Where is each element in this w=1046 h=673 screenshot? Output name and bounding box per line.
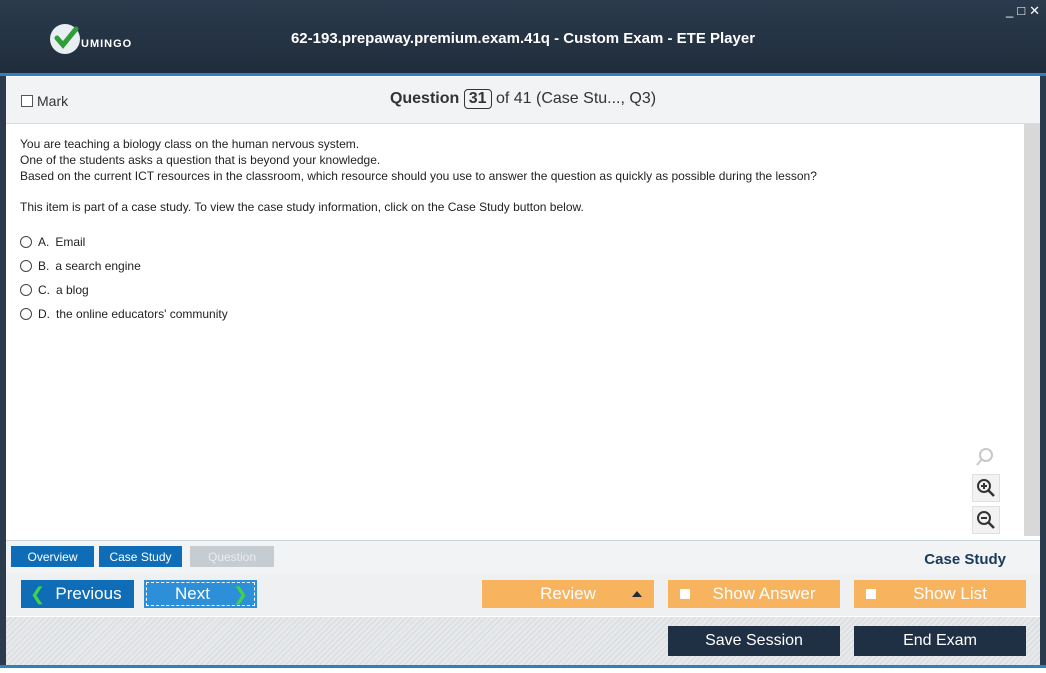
option-text: Email	[55, 235, 86, 249]
answer-option-b[interactable]: B. a search engine	[20, 254, 228, 278]
vertical-scrollbar[interactable]	[1024, 124, 1040, 536]
tab-overview[interactable]: Overview	[11, 546, 94, 567]
close-button[interactable]: ✕	[1029, 3, 1040, 19]
show-answer-label: Show Answer	[712, 584, 816, 603]
footer-bar: Save Session End Exam	[6, 617, 1040, 665]
next-button[interactable]: Next ❯	[144, 580, 257, 608]
question-content: You are teaching a biology class on the …	[6, 124, 1022, 536]
magnifier-icon	[972, 444, 998, 470]
question-number-input[interactable]: 31	[463, 89, 492, 109]
option-text: the online educators' community	[56, 307, 228, 321]
option-letter: D.	[38, 307, 50, 321]
option-letter: C.	[38, 283, 50, 297]
navigation-bar: ❮ Previous Next ❯ Review Show Answer Sho…	[6, 574, 1040, 616]
answer-option-d[interactable]: D. the online educators' community	[20, 302, 228, 326]
radio-icon	[20, 284, 32, 296]
answer-option-a[interactable]: A. Email	[20, 230, 228, 254]
save-session-button[interactable]: Save Session	[668, 626, 840, 656]
stem-line: Based on the current ICT resources in th…	[20, 169, 817, 183]
case-study-note: This item is part of a case study. To vi…	[20, 200, 584, 214]
answer-option-c[interactable]: C. a blog	[20, 278, 228, 302]
tab-question[interactable]: Question	[190, 546, 274, 567]
checkbox-icon	[866, 589, 876, 599]
chevron-right-icon: ❯	[232, 583, 248, 604]
maximize-button[interactable]: □	[1017, 3, 1025, 19]
question-stem: You are teaching a biology class on the …	[20, 136, 817, 184]
stem-line: One of the students asks a question that…	[20, 153, 381, 167]
question-counter: Question 31 of 41 (Case Stu..., Q3)	[6, 89, 1040, 109]
previous-label: Previous	[55, 584, 122, 603]
zoom-out-icon[interactable]	[972, 506, 1000, 534]
checkbox-icon	[680, 589, 690, 599]
radio-icon	[20, 308, 32, 320]
show-answer-button[interactable]: Show Answer	[668, 580, 840, 608]
question-label: Question	[389, 90, 460, 107]
radio-icon	[20, 236, 32, 248]
option-text: a blog	[56, 283, 89, 297]
review-label: Review	[540, 584, 596, 603]
triangle-up-icon	[632, 591, 642, 597]
show-list-label: Show List	[913, 584, 987, 603]
radio-icon	[20, 260, 32, 272]
previous-button[interactable]: ❮ Previous	[21, 580, 134, 608]
answer-options: A. Email B. a search engine C. a blog D.…	[20, 230, 228, 326]
next-label: Next	[175, 584, 210, 603]
end-exam-button[interactable]: End Exam	[854, 626, 1026, 656]
tab-case-study[interactable]: Case Study	[99, 546, 182, 567]
review-button[interactable]: Review	[482, 580, 654, 608]
bottom-edge	[0, 668, 1046, 673]
stem-line: You are teaching a biology class on the …	[20, 137, 360, 151]
minimize-button[interactable]: _	[1006, 3, 1013, 19]
question-header: Mark Question 31 of 41 (Case Stu..., Q3)	[6, 77, 1040, 124]
window-border-right	[1040, 76, 1046, 666]
section-label: Case Study	[924, 551, 1006, 568]
question-suffix: of 41 (Case Stu..., Q3)	[495, 90, 657, 107]
bottom-tab-bar: Overview Case Study Question Case Study	[6, 540, 1040, 574]
title-divider	[0, 73, 1046, 76]
chevron-left-icon: ❮	[30, 583, 46, 604]
option-letter: A.	[38, 235, 50, 249]
window-title: 62-193.prepaway.premium.exam.41q - Custo…	[290, 30, 756, 47]
title-bar: UMINGO 62-193.prepaway.premium.exam.41q …	[0, 0, 1046, 75]
show-list-button[interactable]: Show List	[854, 580, 1026, 608]
option-text: a search engine	[55, 259, 141, 273]
zoom-controls	[972, 444, 1002, 538]
zoom-in-icon[interactable]	[972, 474, 1000, 502]
option-letter: B.	[38, 259, 50, 273]
